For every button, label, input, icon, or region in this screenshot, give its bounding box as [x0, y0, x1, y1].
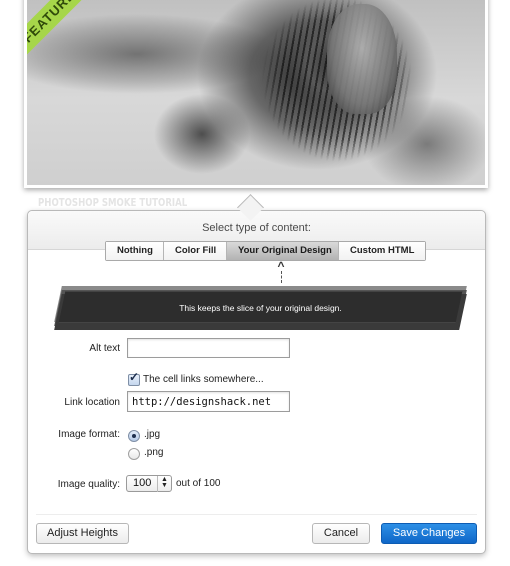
image-format-label: Image format:: [58, 429, 120, 440]
popover-title: Select type of content:: [202, 222, 311, 234]
adjust-heights-button[interactable]: Adjust Heights: [36, 523, 129, 544]
featured-thumbnail-card[interactable]: FEATURED: [24, 0, 488, 188]
image-quality-suffix: out of 100: [176, 478, 221, 489]
footer-divider: [36, 514, 477, 515]
thumbnail-caption: PHOTOSHOP SMOKE TUTORIAL: [38, 196, 188, 209]
cell-links-checkbox[interactable]: ✓: [128, 370, 140, 386]
radio-jpg-label: .jpg: [144, 429, 161, 440]
link-location-input[interactable]: [127, 391, 290, 412]
save-changes-button[interactable]: Save Changes: [381, 523, 477, 544]
face-shape: [327, 4, 397, 114]
segment-nothing[interactable]: Nothing: [106, 242, 164, 260]
radio-jpg[interactable]: [128, 430, 140, 442]
alt-text-label: Alt text: [89, 343, 120, 354]
segment-your-original-design[interactable]: Your Original Design: [227, 242, 339, 260]
content-type-segmented-control: Nothing Color Fill Your Original Design …: [105, 241, 426, 261]
segment-color-fill[interactable]: Color Fill: [164, 242, 227, 260]
featured-ribbon: FEATURED: [27, 0, 104, 64]
cancel-button[interactable]: Cancel: [312, 523, 370, 544]
alt-text-input[interactable]: [127, 338, 290, 358]
segment-custom-html[interactable]: Custom HTML: [339, 242, 425, 260]
info-banner: This keeps the slice of your original de…: [54, 286, 467, 330]
radio-png[interactable]: [128, 448, 140, 460]
checkmark-icon: ✓: [129, 370, 140, 384]
content-type-popover: Select type of content: Nothing Color Fi…: [27, 210, 486, 554]
stepper-arrows-icon[interactable]: ▲ ▼: [157, 476, 171, 492]
link-location-label: Link location: [64, 397, 120, 408]
image-quality-value: 100: [133, 477, 152, 489]
image-quality-label: Image quality:: [57, 479, 120, 490]
banner-text: This keeps the slice of your original de…: [179, 303, 342, 313]
cell-links-label: The cell links somewhere...: [143, 374, 264, 385]
image-quality-stepper[interactable]: 100 ▲ ▼: [126, 475, 172, 492]
radio-dot: [132, 434, 136, 438]
featured-thumbnail-image: FEATURED: [27, 0, 485, 185]
radio-png-label: .png: [144, 447, 164, 458]
up-arrow-icon: ^: [276, 260, 286, 285]
